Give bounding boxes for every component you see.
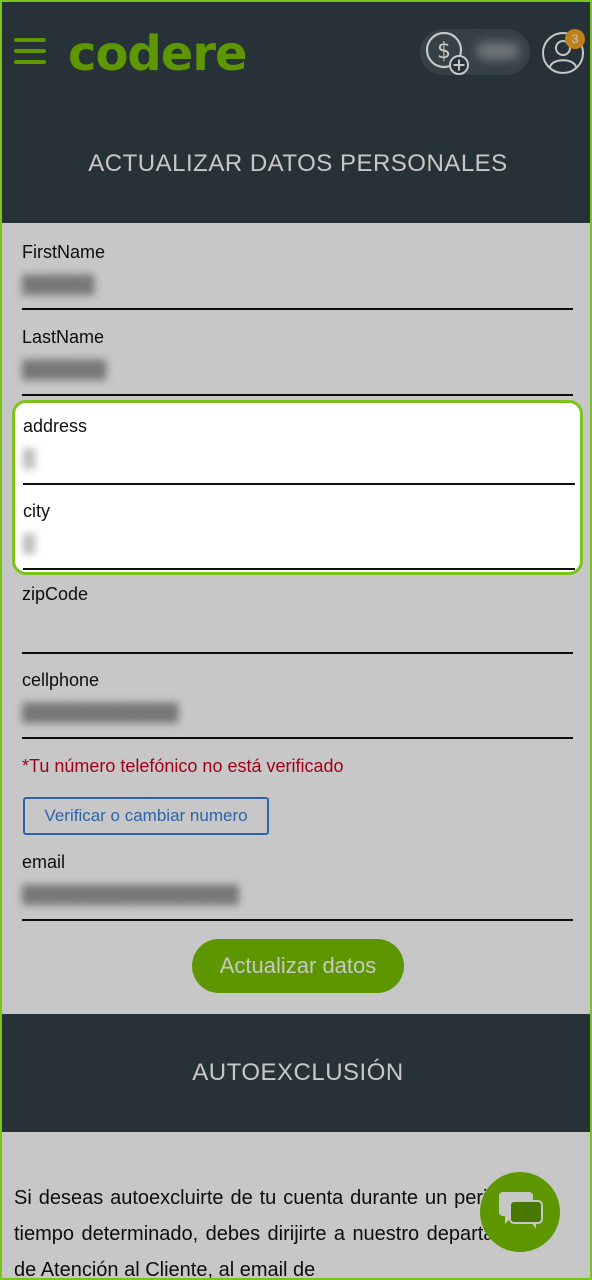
cellphone-field[interactable]: cellphone █████████████ <box>22 670 573 739</box>
address-value-blurred: █ <box>23 449 36 468</box>
zipcode-label: zipCode <box>22 584 89 604</box>
email-field[interactable]: email ██████████████████ <box>22 852 573 921</box>
cellphone-value-blurred: █████████████ <box>22 703 179 722</box>
city-value-blurred: █ <box>23 534 36 553</box>
city-label: city <box>23 501 50 521</box>
highlighted-address-city-card: address █ city █ <box>12 400 583 575</box>
update-data-button[interactable]: Actualizar datos <box>192 939 404 993</box>
firstname-field[interactable]: FirstName ██████ <box>22 242 573 310</box>
address-label: address <box>23 416 88 436</box>
zipcode-field[interactable]: zipCode <box>22 584 573 654</box>
codere-logo[interactable]: codere <box>68 24 248 84</box>
firstname-label: FirstName <box>22 242 106 262</box>
city-field[interactable]: city █ <box>23 501 575 570</box>
lastname-label: LastName <box>22 327 105 347</box>
menu-icon[interactable] <box>14 38 46 66</box>
lastname-field[interactable]: LastName ███████ <box>22 327 573 396</box>
chat-bubble-icon <box>499 1192 543 1229</box>
firstname-value-blurred: ██████ <box>22 275 95 294</box>
personal-data-title: ACTUALIZAR DATOS PERSONALES <box>2 105 590 223</box>
top-navigation-bar: codere $ 3 <box>2 2 590 107</box>
app-frame: codere $ 3 ACTUALIZAR DATOS PERSONALES F… <box>0 0 592 1280</box>
email-value-blurred: ██████████████████ <box>22 885 239 904</box>
cellphone-label: cellphone <box>22 670 100 690</box>
svg-text:$: $ <box>437 39 451 64</box>
verify-phone-button[interactable]: Verificar o cambiar numero <box>23 797 269 835</box>
deposit-coin-icon[interactable]: $ <box>424 30 470 76</box>
balance-amount-blurred <box>476 42 520 60</box>
email-label: email <box>22 852 66 872</box>
chat-button[interactable] <box>480 1172 560 1252</box>
autoexclusion-title: AUTOEXCLUSIÓN <box>2 1014 590 1132</box>
lastname-value-blurred: ███████ <box>22 360 107 379</box>
address-field[interactable]: address █ <box>23 416 575 485</box>
autoexclusion-text: Si deseas autoexcluirte de tu cuenta dur… <box>14 1187 550 1280</box>
phone-not-verified-warning: *Tu número telefónico no está verificado <box>22 756 344 776</box>
notification-badge: 3 <box>565 29 585 49</box>
